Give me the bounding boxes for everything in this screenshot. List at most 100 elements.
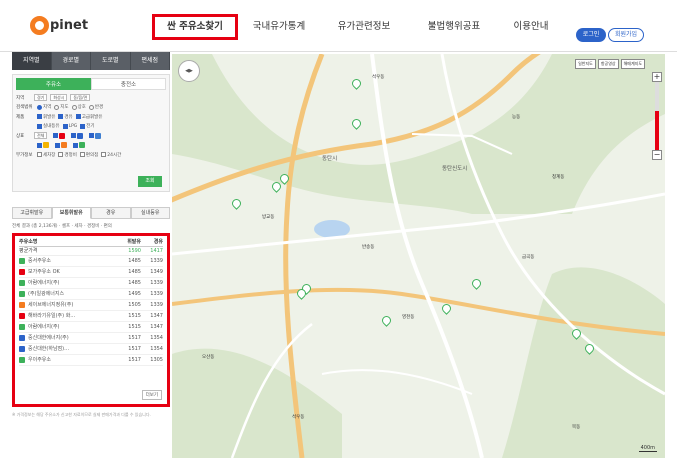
- place-label: 반송동: [362, 245, 375, 250]
- join-button[interactable]: 회원가입: [608, 28, 644, 42]
- result-tab-diesel[interactable]: 경유: [91, 207, 131, 219]
- station-diesel-price: 1305: [150, 357, 163, 363]
- station-name[interactable]: 우이주유소: [19, 355, 117, 365]
- station-name[interactable]: 세이브에너지정유(주): [19, 300, 117, 310]
- result-tab-kerosene[interactable]: 실내등유: [130, 207, 170, 219]
- chk-gasoline[interactable]: [37, 114, 42, 120]
- result-tab-premium[interactable]: 고급휘발유: [12, 207, 52, 219]
- radio-map-label: 지도: [60, 105, 69, 111]
- station-name[interactable]: 중서주유소: [19, 256, 117, 266]
- result-rows: 중서주유소 1485 1339 보가주유소 OK 1485 1349 아람에너지(주) 148…: [19, 256, 163, 366]
- chk-brand-sk[interactable]: [53, 133, 59, 139]
- result-tab-gasoline[interactable]: 보통휘발유: [51, 207, 91, 219]
- station-row[interactable]: 중서주유소 1485 1339: [19, 256, 163, 267]
- chk-repair[interactable]: [58, 152, 64, 158]
- map-normal-button[interactable]: 일반지도: [575, 59, 596, 69]
- station-row[interactable]: 해바라기유일(주) 화… 1515 1347: [19, 311, 163, 322]
- avg-diesel: 1417: [150, 248, 163, 254]
- login-button[interactable]: 로그인: [576, 28, 606, 42]
- col-diesel[interactable]: 경유: [141, 238, 163, 246]
- sigungu-select[interactable]: 화성시: [50, 94, 68, 102]
- station-name[interactable]: (주)일광에너지스: [19, 289, 117, 299]
- station-name[interactable]: 아람에너지(주): [19, 322, 117, 332]
- chk-brand-nh[interactable]: [73, 142, 78, 148]
- station-row[interactable]: 중신대한에너지(주) 1517 1354: [19, 333, 163, 344]
- tab-region[interactable]: 지역별: [12, 52, 52, 70]
- chk-premium[interactable]: [75, 114, 81, 120]
- radio-radius[interactable]: [88, 104, 94, 110]
- chk-brand-hd[interactable]: [89, 133, 95, 139]
- chk-diesel[interactable]: [58, 114, 64, 120]
- station-row[interactable]: (주)일광에너지스 1495 1339: [19, 289, 163, 300]
- radio-map[interactable]: [54, 104, 60, 110]
- search-button[interactable]: 조회: [138, 176, 162, 187]
- col-gasoline[interactable]: 휘발유: [117, 238, 141, 246]
- zoom-out-button[interactable]: −: [652, 150, 662, 160]
- sido-select[interactable]: 경기: [34, 94, 48, 102]
- avg-gasoline: 1590: [128, 248, 141, 254]
- tab-gas-station[interactable]: 주유소: [16, 78, 91, 90]
- map-hybrid-button[interactable]: 해매계지도: [620, 59, 645, 69]
- dong-select[interactable]: 동/읍/면: [70, 94, 91, 102]
- more-button[interactable]: 더보기: [141, 390, 162, 400]
- gs-logo-icon: [77, 132, 84, 139]
- price-note: ※ 가격정보는 해당 주유소가 신고한 자료이므로 실제 판매가격과 다를 수 …: [12, 412, 151, 417]
- tab-route[interactable]: 경로별: [51, 52, 91, 70]
- brand-logo-icon: [19, 346, 25, 352]
- nav-price-info[interactable]: 유가관련정보: [320, 14, 408, 40]
- station-name[interactable]: 중신대한에너지(주): [19, 333, 117, 343]
- chk-electric[interactable]: [80, 123, 86, 129]
- tab-charging-station[interactable]: 충전소: [91, 78, 166, 90]
- station-name[interactable]: 보가주유소 OK: [19, 267, 117, 277]
- nav-illegal[interactable]: 불법행위공표: [408, 14, 500, 40]
- nav-guide[interactable]: 이용안내: [500, 14, 562, 40]
- radio-region[interactable]: [37, 104, 42, 110]
- search-panel: 주유소 충전소 지역 경기 화성시 동/읍/면 검색범위 지역 지도 상호 반경…: [12, 74, 170, 192]
- station-name[interactable]: 중신대한(하남점)…: [19, 344, 117, 354]
- nav-domestic-stats[interactable]: 국내유가통계: [238, 14, 320, 40]
- chk-carwash[interactable]: [37, 152, 42, 158]
- col-name[interactable]: 주유소명: [19, 238, 117, 246]
- chk-brand-soil[interactable]: [37, 142, 42, 148]
- main-nav: 싼 주유소찾기 국내유가통계 유가관련정보 불법행위공표 이용안내: [152, 14, 562, 40]
- station-gasoline-price: 1515: [128, 313, 141, 319]
- tab-store[interactable]: 편세점: [130, 52, 170, 70]
- place-label: 동탄시: [322, 156, 338, 162]
- place-label: 오산동: [202, 355, 215, 360]
- chk-brand-gs[interactable]: [71, 133, 77, 139]
- compass-control[interactable]: ◀▶: [178, 60, 200, 82]
- place-label: 금곡동: [522, 255, 535, 260]
- chk-24h[interactable]: [101, 152, 107, 158]
- opinet-logo[interactable]: pinet: [30, 16, 88, 35]
- nh-logo-icon: [79, 142, 85, 149]
- fuel-label: 제품: [16, 114, 25, 120]
- nav-cheap-station[interactable]: 싼 주유소찾기: [152, 14, 238, 40]
- zoom-in-button[interactable]: +: [652, 72, 662, 82]
- chk-kerosene[interactable]: [37, 123, 42, 129]
- avg-label: 평균가격: [19, 247, 38, 254]
- station-diesel-price: 1339: [150, 291, 163, 297]
- map-view[interactable]: ◀▶ 일반지도 항공영상 해매계지도 + − 석우동 동탄시 동탄신도시 오산동…: [172, 54, 665, 458]
- station-name[interactable]: 해바라기유일(주) 화…: [19, 311, 117, 321]
- chk-brand-alttul[interactable]: [55, 142, 60, 148]
- station-gasoline-price: 1485: [128, 280, 141, 286]
- result-fuel-tabs: 고급휘발유 보통휘발유 경유 실내등유: [12, 207, 170, 219]
- station-diesel-price: 1347: [150, 324, 163, 330]
- chk-24h-label: 24시간: [107, 152, 122, 158]
- station-row[interactable]: 중신대한(하남점)… 1517 1354: [19, 344, 163, 355]
- radio-name[interactable]: [71, 104, 77, 110]
- station-name-text: 아람에너지(주): [28, 323, 60, 330]
- station-name[interactable]: 아람에너지(주): [19, 278, 117, 288]
- chk-lpg[interactable]: [62, 123, 68, 129]
- station-row[interactable]: 보가주유소 OK 1485 1349: [19, 267, 163, 278]
- tab-road[interactable]: 도로별: [91, 52, 131, 70]
- map-aerial-button[interactable]: 항공영상: [597, 59, 619, 69]
- search-type-tabs: 지역별 경로별 도로별 편세점: [12, 52, 170, 70]
- chk-cvs[interactable]: [79, 152, 85, 158]
- station-row[interactable]: 아람에너지(주) 1485 1339: [19, 278, 163, 289]
- station-row[interactable]: 아람에너지(주) 1515 1347: [19, 322, 163, 333]
- station-row[interactable]: 세이브에너지정유(주) 1505 1339: [19, 300, 163, 311]
- zoom-slider[interactable]: [655, 82, 659, 150]
- brand-all-button[interactable]: 전체: [34, 132, 48, 140]
- station-row[interactable]: 우이주유소 1517 1305: [19, 355, 163, 366]
